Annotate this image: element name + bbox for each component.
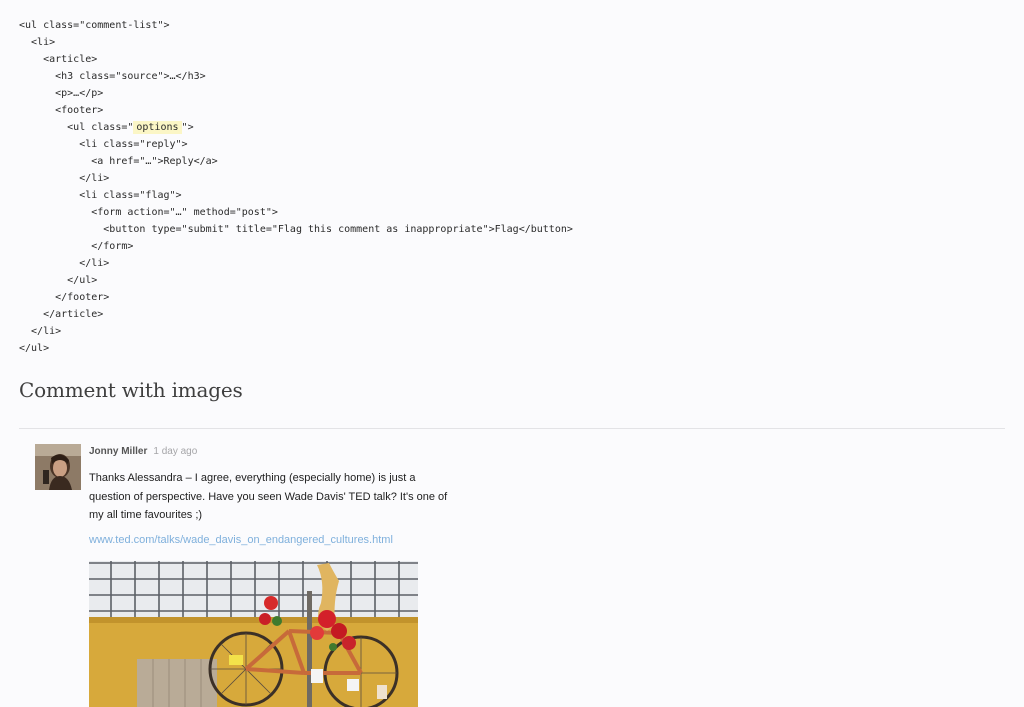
code-line: <footer> bbox=[19, 105, 104, 116]
comment-meta: Jonny Miller 1 day ago bbox=[89, 446, 197, 457]
code-line: <a href="…">Reply</a> bbox=[19, 156, 218, 167]
code-line: </li> bbox=[19, 326, 62, 337]
code-line: </ul> bbox=[19, 275, 98, 286]
comment-link[interactable]: www.ted.com/talks/wade_davis_on_endanger… bbox=[89, 534, 393, 546]
avatar[interactable] bbox=[35, 444, 81, 490]
code-line: </li> bbox=[19, 258, 110, 269]
comment-time[interactable]: 1 day ago bbox=[153, 446, 197, 457]
code-line: <h3 class="source">…</h3> bbox=[19, 71, 206, 82]
comment-body: Thanks Alessandra – I agree, everything … bbox=[89, 472, 448, 521]
section-divider bbox=[19, 428, 1005, 429]
code-line: <li> bbox=[19, 37, 56, 48]
comment-author[interactable]: Jonny Miller bbox=[89, 446, 147, 457]
code-line: <article> bbox=[19, 54, 98, 65]
code-highlight: options bbox=[133, 121, 182, 134]
code-line: <li class="flag"> bbox=[19, 190, 182, 201]
comment-image[interactable] bbox=[89, 561, 418, 707]
code-line: </ul> bbox=[19, 343, 50, 354]
code-line: <p>…</p> bbox=[19, 88, 104, 99]
page: <ul class="comment-list"> <li> <article>… bbox=[0, 0, 1024, 707]
code-line: <li class="reply"> bbox=[19, 139, 188, 150]
bicycle-photo-icon bbox=[89, 561, 418, 707]
section-title: Comment with images bbox=[19, 378, 243, 402]
code-line: </footer> bbox=[19, 292, 110, 303]
code-line: <ul class="comment-list"> bbox=[19, 20, 170, 31]
code-line: <ul class=" options "> bbox=[19, 121, 194, 134]
user-avatar-icon bbox=[35, 444, 81, 490]
code-line: <button type="submit" title="Flag this c… bbox=[19, 224, 573, 235]
code-line: <form action="…" method="post"> bbox=[19, 207, 278, 218]
code-line: </form> bbox=[19, 241, 134, 252]
code-line: </li> bbox=[19, 173, 110, 184]
code-line: </article> bbox=[19, 309, 104, 320]
code-sample: <ul class="comment-list"> <li> <article>… bbox=[19, 17, 573, 357]
